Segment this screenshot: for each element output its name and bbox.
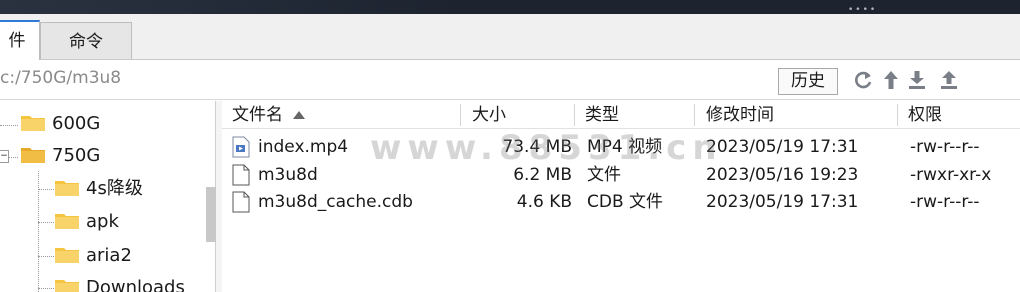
sort-ascending-icon <box>293 111 305 119</box>
column-separator[interactable] <box>694 104 695 126</box>
tab-bar: 件 命令 <box>0 14 1020 60</box>
column-separator[interactable] <box>460 104 461 126</box>
refresh-icon[interactable] <box>852 69 874 91</box>
folder-tree: − 600G 750G 4s降级 apk aria2 Downloads <box>0 101 216 292</box>
history-button[interactable]: 历史 <box>778 68 838 95</box>
address-bar: c:/750G/m3u8 历史 <box>0 60 1020 100</box>
tree-item-4s[interactable]: 4s降级 <box>54 174 143 204</box>
tree-item-label: 4s降级 <box>86 178 143 199</box>
file-row[interactable]: m3u8d 6.2 MB 文件 2023/05/16 19:23 -rwxr-x… <box>222 161 1020 189</box>
file-row[interactable]: index.mp4 73.4 MB MP4 视频 2023/05/19 17:3… <box>222 133 1020 161</box>
window-top-strip: •••• <box>0 0 1020 15</box>
file-name: m3u8d_cache.cdb <box>258 192 413 212</box>
tree-line <box>0 125 18 126</box>
file-type: MP4 视频 <box>587 137 663 157</box>
file-permissions: -rw-r--r-- <box>910 137 980 157</box>
file-size: 6.2 MB <box>513 165 572 185</box>
tree-item-label: apk <box>86 211 119 232</box>
file-size: 73.4 MB <box>502 137 572 157</box>
file-name: m3u8d <box>258 165 318 185</box>
column-header-type[interactable]: 类型 <box>585 103 619 127</box>
column-header-name[interactable]: 文件名 <box>232 103 305 127</box>
file-type: CDB 文件 <box>587 192 664 212</box>
folder-icon <box>55 181 79 196</box>
tree-item-750g[interactable]: 750G <box>20 141 100 171</box>
tree-line <box>38 256 54 257</box>
collapse-toggle[interactable]: − <box>0 150 9 163</box>
tab-commands[interactable]: 命令 <box>40 22 132 59</box>
column-header-permissions[interactable]: 权限 <box>908 103 942 127</box>
download-icon[interactable] <box>906 69 928 91</box>
tree-item-label: 750G <box>52 145 101 166</box>
path-input[interactable]: c:/750G/m3u8 <box>0 68 121 88</box>
folder-icon <box>55 214 79 229</box>
tree-line <box>8 157 18 158</box>
file-modified: 2023/05/19 17:31 <box>706 137 859 157</box>
tree-item-label: 600G <box>52 113 101 134</box>
up-arrow-icon[interactable] <box>880 69 902 91</box>
top-strip-gradient <box>0 0 460 14</box>
tree-line <box>38 222 54 223</box>
file-size: 4.6 KB <box>516 192 572 212</box>
tree-item-apk[interactable]: apk <box>54 207 119 237</box>
file-name: index.mp4 <box>258 137 349 157</box>
file-list: 文件名 大小 类型 修改时间 权限 index.mp4 73.4 MB MP4 … <box>222 101 1020 292</box>
tree-item-label: aria2 <box>86 245 132 266</box>
file-list-header: 文件名 大小 类型 修改时间 权限 <box>222 101 1020 129</box>
column-header-size[interactable]: 大小 <box>472 103 506 127</box>
tab-files[interactable]: 件 <box>0 20 40 60</box>
file-permissions: -rwxr-xr-x <box>910 165 992 185</box>
column-separator[interactable] <box>897 104 898 126</box>
tree-item-downloads[interactable]: Downloads <box>54 273 185 292</box>
folder-icon <box>55 248 79 263</box>
file-permissions: -rw-r--r-- <box>910 192 980 212</box>
file-modified: 2023/05/19 17:31 <box>706 192 859 212</box>
upload-icon[interactable] <box>938 69 960 91</box>
tree-item-600g[interactable]: 600G <box>20 109 100 139</box>
column-separator[interactable] <box>574 104 575 126</box>
tree-item-aria2[interactable]: aria2 <box>54 241 132 271</box>
file-type: 文件 <box>587 165 621 185</box>
file-modified: 2023/05/16 19:23 <box>706 165 859 185</box>
tree-line <box>38 288 54 289</box>
column-header-label: 文件名 <box>232 105 283 125</box>
video-file-icon <box>232 136 250 158</box>
file-icon <box>232 191 250 213</box>
folder-icon <box>21 116 45 131</box>
tree-item-label: Downloads <box>86 277 185 292</box>
file-row[interactable]: m3u8d_cache.cdb 4.6 KB CDB 文件 2023/05/19… <box>222 188 1020 216</box>
tree-line <box>38 189 54 190</box>
file-icon <box>232 164 250 186</box>
column-header-modified[interactable]: 修改时间 <box>706 103 774 127</box>
folder-icon <box>55 280 79 292</box>
folder-icon <box>21 148 45 163</box>
